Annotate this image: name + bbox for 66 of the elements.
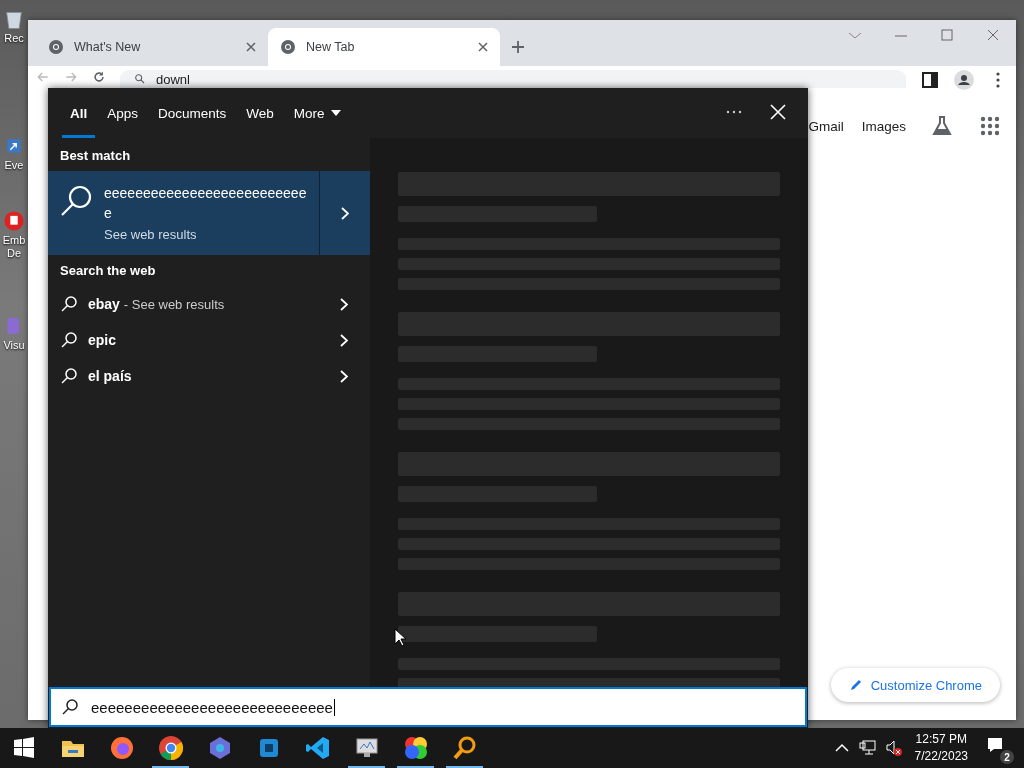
- reload-icon[interactable]: [92, 70, 106, 84]
- close-icon[interactable]: [768, 102, 788, 122]
- desktop-icon-label: Eve: [3, 159, 25, 172]
- magnifier-icon[interactable]: [451, 735, 478, 761]
- best-match-result[interactable]: eeeeeeeeeeeeeeeeeeeeeeeeeee See web results: [48, 171, 370, 255]
- desktop-icon[interactable]: [3, 210, 25, 232]
- web-suggestion[interactable]: el país: [48, 358, 370, 394]
- pencil-icon: [848, 678, 863, 692]
- chevron-right-icon[interactable]: [340, 333, 348, 347]
- apps-grid-icon[interactable]: [978, 114, 1002, 138]
- filter-tab[interactable]: Documents: [148, 88, 237, 138]
- result-subtitle: See web results: [104, 227, 198, 242]
- chrome-logo-icon: [48, 39, 64, 55]
- suggestion-text: el país: [88, 368, 133, 384]
- code-editor-icon[interactable]: [304, 735, 331, 761]
- profile-avatar-icon[interactable]: [954, 70, 974, 90]
- address-text: downl: [156, 71, 190, 87]
- search-field[interactable]: eeeeeeeeeeeeeeeeeeeeeeeeeeeee: [49, 687, 807, 727]
- customize-button[interactable]: Customize Chrome: [830, 668, 1000, 702]
- notification-count: 2: [1000, 750, 1014, 764]
- mouse-pointer-icon: [394, 628, 406, 647]
- search-icon: [60, 183, 94, 217]
- caret-icon: [330, 110, 341, 116]
- windows-logo-icon[interactable]: [11, 735, 37, 761]
- header-link[interactable]: Images: [861, 118, 906, 134]
- filter-tab[interactable]: More: [283, 88, 351, 138]
- clock-date[interactable]: 7/22/2023: [914, 748, 968, 765]
- suggestion-text: ebay - See web results: [88, 296, 226, 312]
- chevron-right-icon[interactable]: [340, 297, 348, 311]
- search-icon: [60, 331, 78, 349]
- side-panel-icon[interactable]: [920, 70, 940, 90]
- search-icon: [60, 367, 78, 385]
- muted-speaker-icon[interactable]: [884, 739, 903, 757]
- firefox-icon[interactable]: [108, 735, 135, 761]
- flask-icon[interactable]: [930, 114, 954, 138]
- filter-tab[interactable]: Web: [236, 88, 284, 138]
- filter-tab[interactable]: Apps: [97, 88, 149, 138]
- header-link[interactable]: Gmail: [808, 118, 844, 134]
- chrome-icon[interactable]: [157, 735, 184, 761]
- search-icon: [61, 698, 79, 716]
- desktop-icon-label: Emb De: [1, 234, 27, 260]
- close-icon[interactable]: [478, 42, 488, 52]
- filter-tab[interactable]: All: [60, 88, 98, 138]
- section-heading: Best match: [59, 147, 132, 165]
- plus-icon[interactable]: [510, 39, 526, 55]
- notification-icon[interactable]: [986, 736, 1004, 754]
- suggestion-text: epic: [88, 332, 117, 348]
- result-title: eeeeeeeeeeeeeeeeeeeeeeeeeee: [104, 184, 308, 223]
- desktop-icon-label: Rec: [3, 32, 25, 45]
- address-bar[interactable]: downl: [120, 70, 906, 88]
- network-icon[interactable]: [858, 739, 877, 757]
- search-icon: [60, 295, 78, 313]
- browser-tab[interactable]: What's New: [36, 28, 268, 66]
- clock-time[interactable]: 12:57 PM: [915, 731, 967, 748]
- chrome-logo-icon: [280, 39, 296, 55]
- section-heading: Search the web: [59, 262, 157, 280]
- chevron-right-icon[interactable]: [340, 369, 348, 383]
- color-wheel-icon[interactable]: [402, 735, 429, 761]
- web-suggestion[interactable]: epic: [48, 322, 370, 358]
- chevron-right-icon[interactable]: [341, 206, 349, 220]
- search-icon: [134, 73, 146, 85]
- browser-tab[interactable]: New Tab: [268, 28, 500, 66]
- tab-title: What's New: [74, 40, 142, 54]
- tab-title: New Tab: [306, 40, 356, 54]
- web-suggestion[interactable]: ebay - See web results: [48, 286, 370, 322]
- desktop-icon-label: Visu: [2, 339, 26, 352]
